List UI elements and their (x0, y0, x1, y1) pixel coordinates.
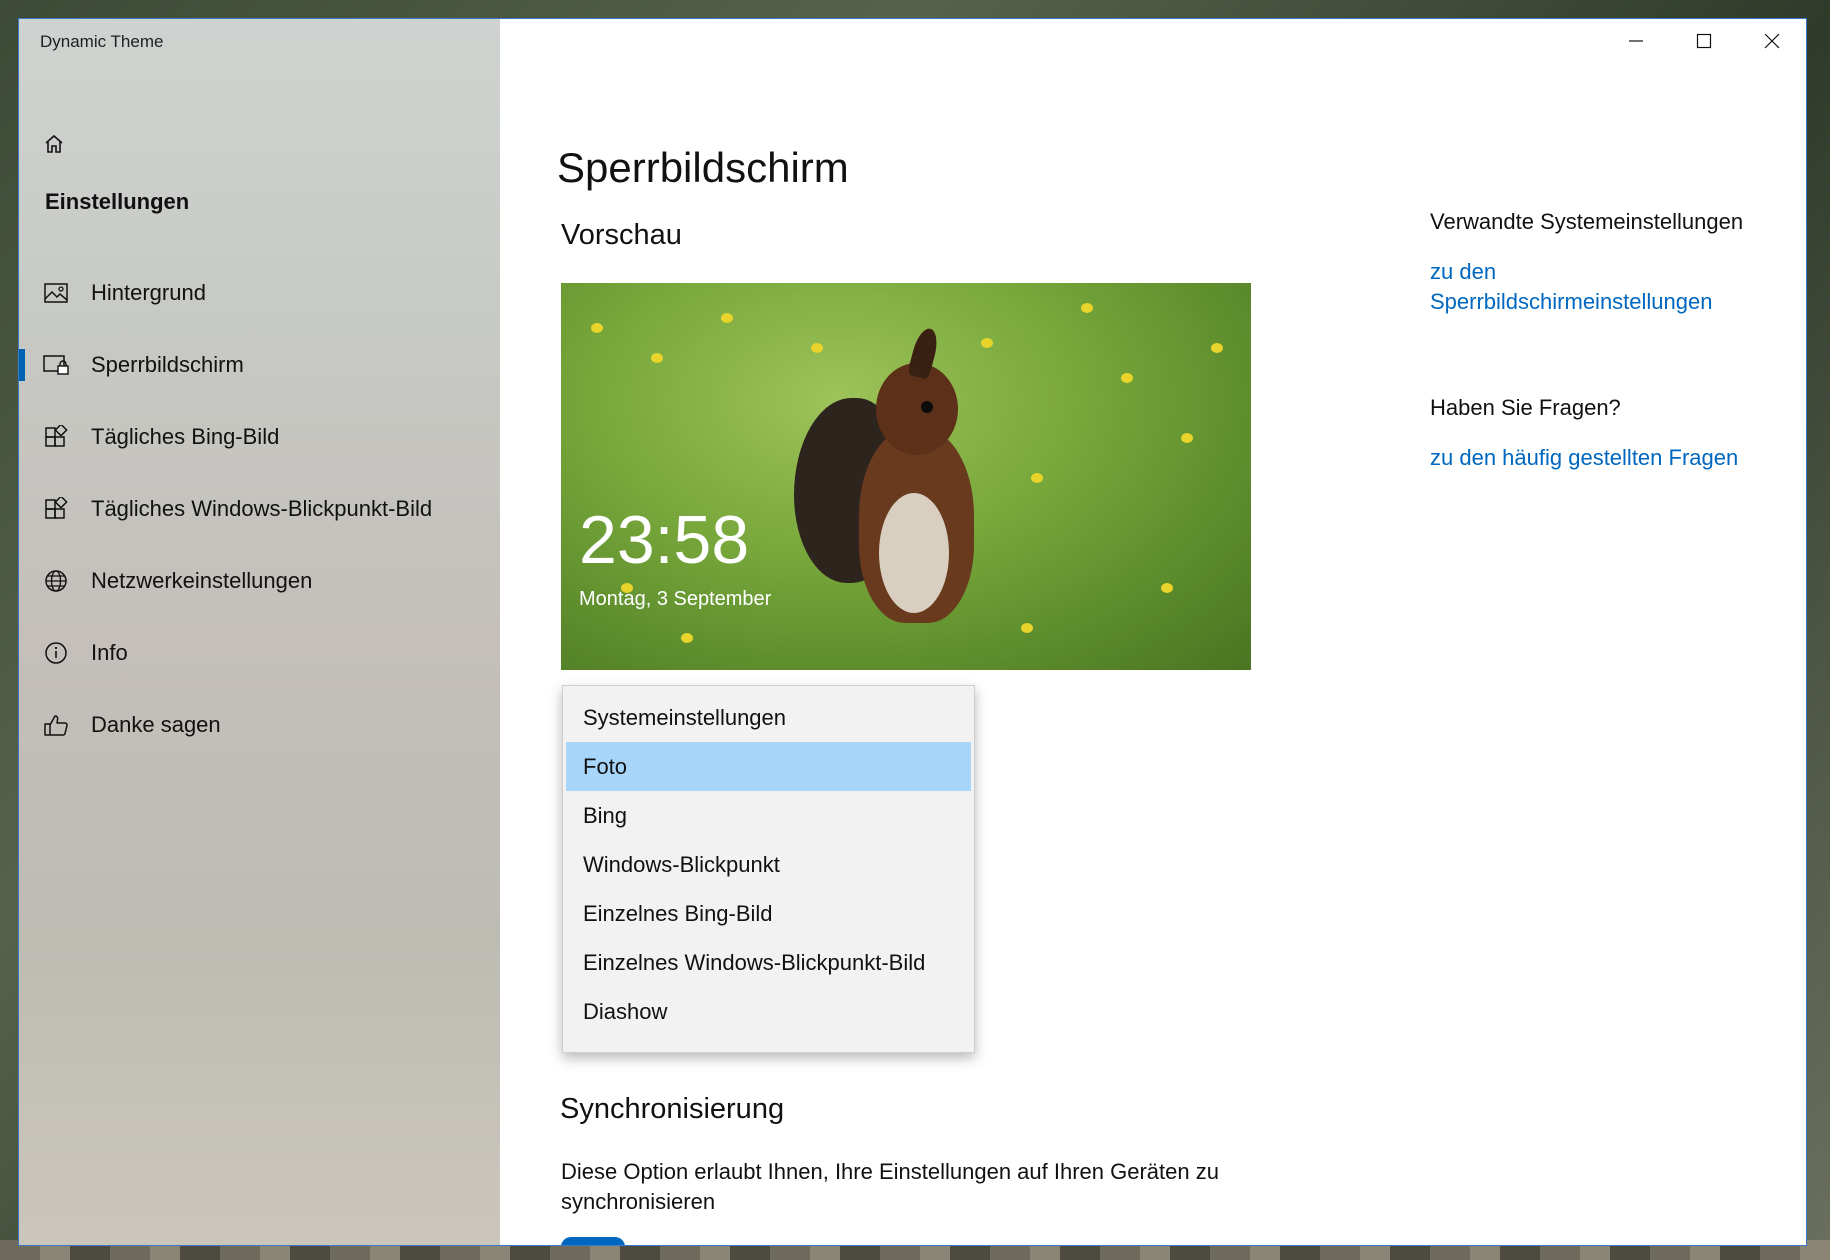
dropdown-option-bing[interactable]: Bing (566, 791, 971, 840)
main-content: Sperrbildschirm Vorschau 23:58 Montag, 3… (500, 19, 1806, 1245)
flower (1121, 373, 1133, 383)
faq-link[interactable]: zu den häufig gestellten Fragen (1430, 443, 1790, 473)
flower (1081, 303, 1093, 313)
sidebar-item-netzwerk[interactable]: Netzwerkeinstellungen (19, 545, 500, 617)
sidebar-item-bing-bild[interactable]: Tägliches Bing-Bild (19, 401, 500, 473)
sidebar-item-label: Tägliches Bing-Bild (91, 424, 280, 449)
questions-section: Haben Sie Fragen? zu den häufig gestellt… (1430, 395, 1790, 473)
sidebar-item-label: Tägliches Windows-Blickpunkt-Bild (91, 496, 433, 521)
picture-icon (43, 280, 69, 306)
lockscreen-icon (43, 352, 69, 378)
flower (811, 343, 823, 353)
dropdown-option-systemeinstellungen[interactable]: Systemeinstellungen (566, 693, 971, 742)
maximize-icon (1696, 33, 1712, 49)
apps-add-icon (43, 424, 69, 450)
flower (1211, 343, 1223, 353)
sidebar-item-label: Netzwerkeinstellungen (91, 568, 313, 593)
globe-icon (43, 568, 69, 594)
squirrel-belly (879, 493, 949, 613)
lockscreen-preview: 23:58 Montag, 3 September (561, 283, 1251, 670)
questions-heading: Haben Sie Fragen? (1430, 395, 1621, 420)
preview-date: Montag, 3 September (579, 588, 772, 610)
section-title: Einstellungen (45, 189, 190, 214)
sidebar-item-danke-sagen[interactable]: Danke sagen (19, 689, 500, 761)
link-line: zu den (1430, 259, 1497, 284)
info-icon (43, 640, 69, 666)
sidebar-item-label: Hintergrund (91, 280, 206, 305)
sync-description: Diese Option erlaubt Ihnen, Ihre Einstel… (561, 1159, 1219, 1214)
sidebar-item-info[interactable]: Info (19, 617, 500, 689)
dropdown-option-windows-blickpunkt[interactable]: Windows-Blickpunkt (566, 840, 971, 889)
close-icon (1764, 33, 1780, 49)
home-button[interactable] (39, 129, 69, 159)
sync-heading: Synchronisierung (560, 1093, 785, 1125)
related-heading: Verwandte Systemeinstellungen (1430, 209, 1744, 234)
sidebar: Dynamic Theme Einstellungen Hintergrund … (19, 19, 500, 1245)
sidebar-item-label: Sperrbildschirm (91, 352, 244, 377)
app-title: Dynamic Theme (40, 32, 164, 51)
preview-heading: Vorschau (561, 219, 682, 251)
background-type-dropdown[interactable]: Systemeinstellungen Foto Bing Windows-Bl… (562, 685, 975, 1053)
dropdown-option-einzelnes-blickpunkt-bild[interactable]: Einzelnes Windows-Blickpunkt-Bild (566, 938, 971, 987)
sidebar-item-label: Danke sagen (91, 712, 221, 737)
flower (1021, 623, 1033, 633)
preview-clock: 23:58 (579, 502, 750, 578)
sidebar-nav: Hintergrund Sperrbildschirm Tägliches Bi… (19, 257, 500, 761)
sidebar-item-label: Info (91, 640, 128, 665)
apps-add-icon (43, 496, 69, 522)
sync-toggle[interactable] (561, 1237, 625, 1245)
flower (1161, 583, 1173, 593)
sidebar-item-sperrbildschirm[interactable]: Sperrbildschirm (19, 329, 500, 401)
related-settings: Verwandte Systemeinstellungen zu den Spe… (1430, 209, 1790, 317)
flower (1181, 433, 1193, 443)
flower (1031, 473, 1043, 483)
sidebar-item-blickpunkt-bild[interactable]: Tägliches Windows-Blickpunkt-Bild (19, 473, 500, 545)
link-line: Sperrbildschirmeinstellungen (1430, 289, 1713, 314)
squirrel-eye (921, 401, 933, 413)
lockscreen-settings-link[interactable]: zu den Sperrbildschirmeinstellungen (1430, 257, 1790, 317)
close-button[interactable] (1738, 19, 1806, 63)
flower (721, 313, 733, 323)
minimize-button[interactable] (1602, 19, 1670, 63)
flower (981, 338, 993, 348)
sidebar-item-hintergrund[interactable]: Hintergrund (19, 257, 500, 329)
home-icon (45, 134, 63, 153)
dropdown-option-diashow[interactable]: Diashow (566, 987, 971, 1036)
minimize-icon (1629, 40, 1643, 42)
flower (591, 323, 603, 333)
maximize-button[interactable] (1670, 19, 1738, 63)
app-window: Dynamic Theme Einstellungen Hintergrund … (18, 18, 1807, 1246)
flower (681, 633, 693, 643)
dropdown-option-foto[interactable]: Foto (566, 742, 971, 791)
window-controls (1602, 19, 1806, 63)
flower (651, 353, 663, 363)
dropdown-option-einzelnes-bing-bild[interactable]: Einzelnes Bing-Bild (566, 889, 971, 938)
page-title: Sperrbildschirm (557, 144, 849, 191)
thumbs-up-icon (43, 712, 69, 738)
